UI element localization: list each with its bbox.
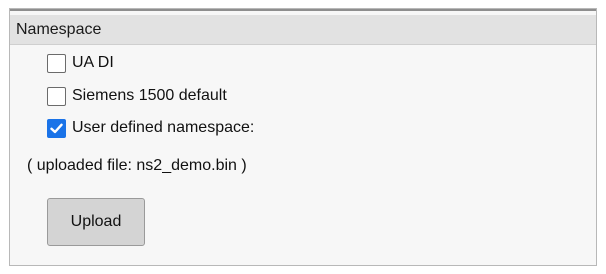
- option-ua-di[interactable]: UA DI: [47, 52, 114, 74]
- option-label: UA DI: [72, 54, 114, 71]
- panel-title: Namespace: [16, 21, 102, 38]
- option-user-defined-namespace[interactable]: User defined namespace:: [47, 117, 254, 139]
- user-defined-namespace-checkbox[interactable]: [47, 118, 66, 138]
- uploaded-file-info: ( uploaded file: ns2_demo.bin ): [27, 157, 247, 174]
- upload-button[interactable]: Upload: [47, 198, 145, 246]
- checkmark-icon: [50, 123, 63, 133]
- option-siemens-1500-default[interactable]: Siemens 1500 default: [47, 85, 227, 107]
- ua-di-checkbox[interactable]: [47, 53, 66, 73]
- option-label: User defined namespace:: [72, 119, 255, 136]
- panel-header: Namespace: [10, 15, 596, 45]
- namespace-panel: Namespace UA DI Siemens 1500 default Use…: [9, 8, 597, 266]
- option-label: Siemens 1500 default: [72, 87, 227, 104]
- siemens-1500-default-checkbox[interactable]: [47, 86, 66, 106]
- panel-top-border: [10, 9, 596, 11]
